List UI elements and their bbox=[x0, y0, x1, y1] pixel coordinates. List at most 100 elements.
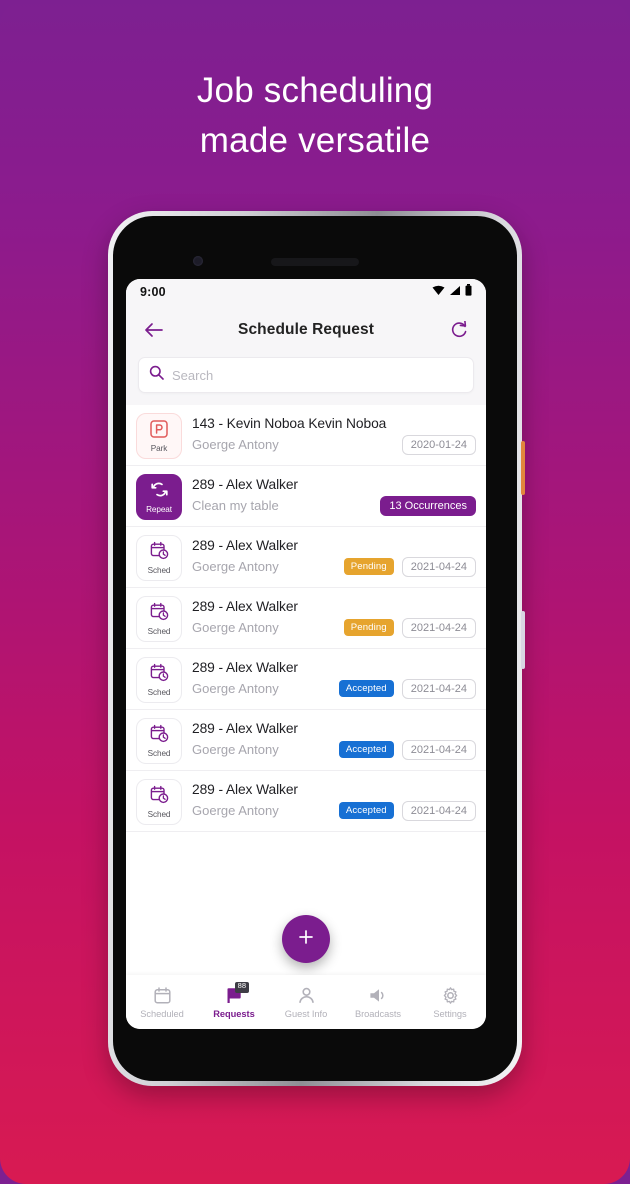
status-time: 9:00 bbox=[140, 285, 166, 299]
volume-button[interactable] bbox=[521, 611, 525, 669]
row-type-tile: Sched bbox=[136, 718, 182, 764]
promo-banner: Job scheduling made versatile 9:00 Sched… bbox=[0, 0, 630, 1184]
search-area bbox=[126, 355, 486, 405]
headline-line-2: made versatile bbox=[199, 121, 431, 160]
row-subtitle: Goerge Antony bbox=[192, 620, 279, 635]
battery-icon bbox=[465, 283, 472, 301]
table-row[interactable]: Sched 289 - Alex Walker Goerge Antony Accep… bbox=[126, 771, 486, 832]
status-badge: Accepted bbox=[338, 741, 394, 758]
bottom-navigation[interactable]: Scheduled 88 Requests Guest Info Broadcasts S… bbox=[126, 975, 486, 1029]
row-subtitle: Goerge Antony bbox=[192, 559, 279, 574]
status-badge: Pending bbox=[343, 619, 394, 636]
row-title: 289 - Alex Walker bbox=[192, 598, 298, 614]
calendar-clock-icon bbox=[150, 785, 169, 809]
earpiece-speaker bbox=[271, 258, 359, 266]
nav-item-guest-info[interactable]: Guest Info bbox=[274, 986, 338, 1019]
row-subtitle: Clean my table bbox=[192, 498, 279, 513]
nav-item-requests[interactable]: 88 Requests bbox=[202, 981, 266, 1019]
nav-item-label: Scheduled bbox=[140, 1008, 184, 1019]
table-row[interactable]: Sched 289 - Alex Walker Goerge Antony Accep… bbox=[126, 649, 486, 710]
row-title: 289 - Alex Walker bbox=[192, 781, 298, 797]
person-icon bbox=[298, 986, 315, 1006]
power-button[interactable] bbox=[521, 441, 525, 495]
table-row[interactable]: Sched 289 - Alex Walker Goerge Antony Pendi… bbox=[126, 588, 486, 649]
row-type-tile: Sched bbox=[136, 657, 182, 703]
page-title: Schedule Request bbox=[238, 321, 374, 338]
row-body: 289 - Alex Walker Goerge Antony Pending 202… bbox=[192, 527, 486, 587]
nav-item-label: Settings bbox=[433, 1008, 467, 1019]
row-subline: Clean my table 13 Occurrences bbox=[192, 495, 476, 516]
row-body: 143 - Kevin Noboa Kevin Noboa Goerge Anto… bbox=[192, 405, 486, 465]
row-type-label: Sched bbox=[147, 810, 171, 819]
status-icons bbox=[432, 283, 472, 301]
app-screen: 9:00 Schedule Request Search Park 143 - … bbox=[126, 279, 486, 1029]
gear-icon bbox=[442, 986, 459, 1006]
nav-item-label: Broadcasts bbox=[354, 1008, 401, 1019]
row-type-tile: Park bbox=[136, 413, 182, 459]
calendar-clock-icon bbox=[150, 602, 169, 626]
date-chip: 2021-04-24 bbox=[401, 556, 476, 577]
row-title: 143 - Kevin Noboa Kevin Noboa bbox=[192, 415, 387, 431]
date-chip: 2020-01-24 bbox=[401, 434, 476, 455]
date-chip: 2021-04-24 bbox=[401, 678, 476, 699]
status-badge: Accepted bbox=[338, 802, 394, 819]
nav-item-label: Guest Info bbox=[284, 1008, 328, 1019]
row-subtitle: Goerge Antony bbox=[192, 742, 279, 757]
row-body: 289 - Alex Walker Goerge Antony Accepted 20… bbox=[192, 771, 486, 831]
row-subline: Goerge Antony 2020-01-24 bbox=[192, 434, 476, 455]
nav-item-scheduled[interactable]: Scheduled bbox=[130, 986, 194, 1019]
row-type-tile: Sched bbox=[136, 596, 182, 642]
speaker-icon bbox=[369, 986, 387, 1006]
request-list[interactable]: Park 143 - Kevin Noboa Kevin Noboa Goerge … bbox=[126, 405, 486, 975]
occurrences-chip[interactable]: 13 Occurrences bbox=[380, 495, 476, 516]
calendar-clock-icon bbox=[150, 663, 169, 687]
row-body: 289 - Alex Walker Goerge Antony Pending 202… bbox=[192, 588, 486, 648]
status-badge: Pending bbox=[343, 558, 394, 575]
row-body: 289 - Alex Walker Goerge Antony Accepted 20… bbox=[192, 710, 486, 770]
front-camera-icon bbox=[193, 256, 203, 266]
search-icon bbox=[149, 365, 164, 385]
table-row[interactable]: Park 143 - Kevin Noboa Kevin Noboa Goerge … bbox=[126, 405, 486, 466]
status-badge: Accepted bbox=[338, 680, 394, 697]
refresh-icon[interactable] bbox=[446, 317, 472, 343]
row-subline: Goerge Antony Accepted 2021-04-24 bbox=[192, 678, 476, 699]
phone-mockup: 9:00 Schedule Request Search Park 143 - … bbox=[108, 211, 525, 1086]
row-type-label: Sched bbox=[147, 566, 171, 575]
wifi-icon bbox=[432, 283, 445, 301]
headline-line-1: Job scheduling bbox=[196, 71, 434, 110]
row-type-label: Park bbox=[150, 443, 168, 453]
row-title: 289 - Alex Walker bbox=[192, 720, 298, 736]
add-request-fab[interactable] bbox=[282, 915, 330, 963]
row-subtitle: Goerge Antony bbox=[192, 437, 279, 452]
search-input[interactable] bbox=[172, 367, 463, 383]
row-subtitle: Goerge Antony bbox=[192, 803, 279, 818]
search-bar[interactable] bbox=[138, 357, 474, 393]
row-type-label: Repeat bbox=[146, 505, 172, 514]
date-chip: 2021-04-24 bbox=[401, 800, 476, 821]
plus-icon bbox=[296, 927, 316, 952]
calendar-clock-icon bbox=[150, 541, 169, 565]
back-arrow-icon[interactable] bbox=[140, 317, 166, 343]
promo-headline: Job scheduling made versatile bbox=[0, 66, 630, 166]
status-bar: 9:00 bbox=[126, 279, 486, 305]
row-title: 289 - Alex Walker bbox=[192, 476, 298, 492]
nav-item-settings[interactable]: Settings bbox=[418, 986, 482, 1019]
table-row[interactable]: Sched 289 - Alex Walker Goerge Antony Accep… bbox=[126, 710, 486, 771]
calendar-icon bbox=[153, 986, 171, 1006]
nav-item-label: Requests bbox=[213, 1008, 255, 1019]
table-row[interactable]: Sched 289 - Alex Walker Goerge Antony Pendi… bbox=[126, 527, 486, 588]
date-chip: 2021-04-24 bbox=[401, 739, 476, 760]
repeat-icon bbox=[150, 480, 169, 504]
row-title: 289 - Alex Walker bbox=[192, 659, 298, 675]
table-row[interactable]: Repeat 289 - Alex Walker Clean my table 13 … bbox=[126, 466, 486, 527]
row-subline: Goerge Antony Pending 2021-04-24 bbox=[192, 556, 476, 577]
row-title: 289 - Alex Walker bbox=[192, 537, 298, 553]
row-type-tile: Sched bbox=[136, 779, 182, 825]
row-type-tile: Sched bbox=[136, 535, 182, 581]
app-bar: Schedule Request bbox=[126, 305, 486, 355]
signal-icon bbox=[449, 283, 461, 301]
row-subline: Goerge Antony Accepted 2021-04-24 bbox=[192, 739, 476, 760]
date-chip: 2021-04-24 bbox=[401, 617, 476, 638]
nav-item-broadcasts[interactable]: Broadcasts bbox=[346, 986, 410, 1019]
row-type-tile: Repeat bbox=[136, 474, 182, 520]
